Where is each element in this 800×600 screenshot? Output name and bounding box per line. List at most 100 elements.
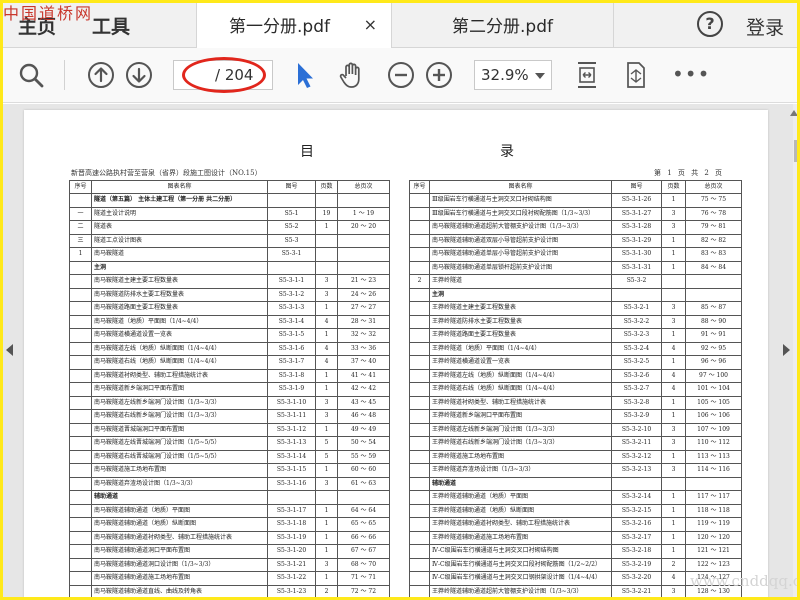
cell-index — [409, 355, 430, 370]
cell-title: 南马鞍隧道新乡端洞口平面布置图 — [91, 382, 268, 397]
zoom-in-icon[interactable] — [424, 60, 454, 90]
cell-title: 王莽岭隧道主建主要工程数量表 — [429, 301, 612, 316]
cell-drawing-number: S5-3-2-5 — [611, 355, 662, 370]
cell-index — [69, 449, 92, 464]
cell-title: 王莽岭隧道横通道设置一览表 — [429, 355, 612, 370]
cell-page-count — [315, 490, 338, 505]
hand-tool-icon[interactable] — [336, 60, 366, 90]
cell-page-range — [337, 490, 390, 505]
cell-drawing-number: S5-3-1-8 — [267, 368, 316, 383]
cell-index — [69, 490, 92, 505]
login-button[interactable]: 登录 — [746, 13, 784, 40]
table-row: 辅助通道 — [409, 476, 742, 491]
chevron-down-icon — [535, 73, 545, 79]
cell-page-range: 61 ～ 63 — [337, 476, 390, 491]
cell-index — [69, 355, 92, 370]
table-row: 隧道（第五篇） 主体土建工程（第一分册 共二分册） — [69, 193, 390, 208]
watermark-url: www.cnddqq.com — [690, 572, 800, 590]
cell-page-range: 79 ～ 81 — [685, 220, 742, 235]
cell-page-count: 1 — [661, 328, 686, 343]
cell-page-count: 1 — [315, 530, 338, 545]
cell-page-range: 117 ～ 117 — [685, 490, 742, 505]
next-page-arrow-icon[interactable] — [783, 344, 790, 356]
select-cursor-icon[interactable] — [290, 60, 320, 90]
cell-page-count: 1 — [661, 233, 686, 248]
fit-page-icon[interactable] — [572, 60, 602, 90]
previous-page-arrow-icon[interactable] — [6, 344, 13, 356]
cell-index — [409, 206, 430, 221]
cell-drawing-number — [267, 193, 316, 208]
scrollbar-thumb[interactable] — [794, 140, 800, 162]
cell-index — [409, 341, 430, 356]
cell-index — [409, 409, 430, 424]
column-header: 图号 — [267, 180, 316, 194]
cell-index — [69, 395, 92, 410]
more-icon[interactable]: ••• — [672, 62, 710, 86]
cell-index — [409, 395, 430, 410]
cell-title: 王莽岭隧道左线（地质）纵断面图（1/4~4/4） — [429, 368, 612, 383]
table-row: 王莽岭隧道主建主要工程数量表 S5-3-2-1 3 85 ～ 87 — [409, 301, 742, 316]
full-screen-icon[interactable] — [620, 60, 650, 90]
cell-title: 南马鞍隧道 — [91, 247, 268, 262]
document-viewer[interactable]: 目 录 新晋高速公路执村营至营泉（省界）段施工图设计（NO.15） 第 1 页 … — [0, 104, 800, 600]
cell-title: 南马鞍隧道弃渣场设计图（1/3~3/3） — [91, 476, 268, 491]
table-row: 南马鞍隧道辅助通道直线、曲线及转角表 S5-3-1-23 2 72 ～ 72 — [69, 584, 390, 599]
cell-title: 王莽岭隧道 — [429, 274, 612, 289]
menu-tools[interactable]: 工具 — [92, 12, 130, 39]
table-row: 二隧道表 S5-2 1 20 ～ 20 — [69, 220, 390, 235]
cell-drawing-number: S5-3-1-10 — [267, 395, 316, 410]
cell-page-range: 76 ～ 78 — [685, 206, 742, 221]
cell-drawing-number: S5-3-2-6 — [611, 368, 662, 383]
cell-drawing-number: S5-3-1-19 — [267, 530, 316, 545]
cell-page-count: 1 — [661, 530, 686, 545]
cell-page-count: 1 — [315, 301, 338, 316]
cell-drawing-number: S5-3-2-10 — [611, 422, 662, 437]
tab-first-volume[interactable]: 第一分册.pdf × — [196, 0, 392, 49]
column-header: 序号 — [409, 180, 430, 194]
vertical-scrollbar[interactable] — [793, 104, 800, 600]
table-row: 王莽岭隧道防排水主要工程数量表 S5-3-2-2 3 88 ～ 90 — [409, 314, 742, 329]
cell-page-count: 3 — [315, 274, 338, 289]
close-icon[interactable]: × — [364, 15, 377, 34]
cell-page-count: 5 — [315, 436, 338, 451]
column-header: 图表名称 — [91, 180, 268, 194]
scroll-up-icon[interactable] — [790, 110, 798, 116]
cell-index — [409, 544, 430, 559]
table-row: 南马鞍隧道左线（地质）纵断面图（1/4~4/4） S5-3-1-6 4 33 ～ 36 — [69, 341, 390, 356]
cell-drawing-number: S5-3-2-1 — [611, 301, 662, 316]
table-row: 南马鞍隧道辅助通道单层小导管超前支护设计图 S5-3-1-30 1 83 ～ 83 — [409, 247, 742, 262]
table-row: 南马鞍隧道辅助通道单层锁杆超前支护设计图 S5-3-1-31 1 84 ～ 84 — [409, 260, 742, 275]
cell-page-count: 2 — [661, 557, 686, 572]
pdf-page: 目 录 新晋高速公路执村营至营泉（省界）段施工图设计（NO.15） 第 1 页 … — [24, 110, 768, 600]
cell-title: 王莽岭隧道新乡端洞口平面布置图 — [429, 409, 612, 424]
table-row: 王莽岭隧道新乡端洞口平面布置图 S5-3-2-9 1 106 ～ 106 — [409, 409, 742, 424]
zoom-out-icon[interactable] — [386, 60, 416, 90]
tab-second-volume[interactable]: 第二分册.pdf — [392, 0, 614, 48]
cell-title: 隧道表 — [91, 220, 268, 235]
cell-index — [69, 557, 92, 572]
cell-page-count: 5 — [315, 449, 338, 464]
cell-page-range: 82 ～ 82 — [685, 233, 742, 248]
cell-title: 南马鞍隧道辅助通道双层小导管超前支护设计图 — [429, 233, 612, 248]
zoom-select[interactable]: 32.9% — [474, 60, 552, 90]
cell-index — [409, 503, 430, 518]
cell-title: 南马鞍隧道辅助通道衬砌类型、辅助工程措施统计表 — [91, 530, 268, 545]
help-icon[interactable]: ? — [697, 11, 723, 37]
cell-page-range: 101 ～ 104 — [685, 382, 742, 397]
page-down-icon[interactable] — [124, 60, 154, 90]
cell-title: 南马鞍隧道防排水主要工程数量表 — [91, 287, 268, 302]
search-icon[interactable] — [16, 60, 46, 90]
cell-page-range: 110 ～ 112 — [685, 436, 742, 451]
cell-drawing-number — [267, 260, 316, 275]
cell-page-range: 107 ～ 109 — [685, 422, 742, 437]
cell-index — [69, 328, 92, 343]
cell-index — [409, 436, 430, 451]
cell-index — [69, 436, 92, 451]
table-row: 南马鞍隧道左线新乡端洞门设计图（1/3~3/3） S5-3-1-10 3 43 ～ 4… — [69, 395, 390, 410]
cell-page-count: 1 — [661, 490, 686, 505]
page-up-icon[interactable] — [86, 60, 116, 90]
cell-page-range: 1 ～ 19 — [337, 206, 390, 221]
cell-page-range: 119 ～ 119 — [685, 517, 742, 532]
cell-page-range: 118 ～ 118 — [685, 503, 742, 518]
cell-drawing-number — [611, 476, 662, 491]
